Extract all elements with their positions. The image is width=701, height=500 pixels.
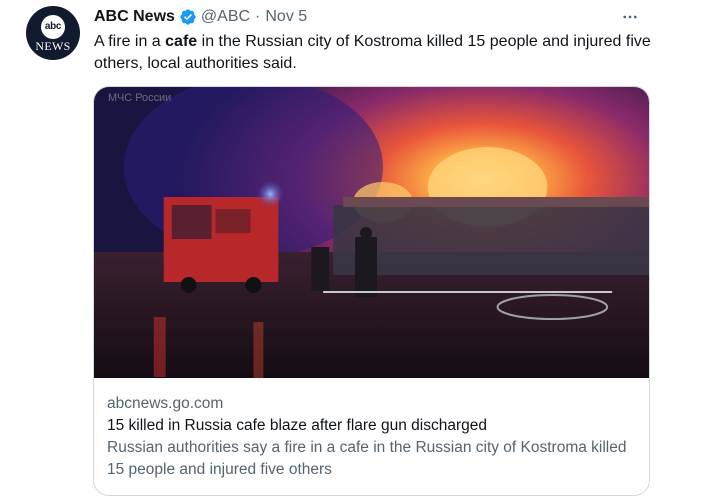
avatar-news-word: NEWS bbox=[35, 38, 71, 53]
tweet-text-bold-word: cafe bbox=[165, 33, 198, 50]
image-watermark: МЧС России bbox=[108, 92, 171, 104]
card-description: Russian authorities say a fire in a cafe… bbox=[107, 439, 627, 478]
tweet-header: ABC News @ABC · Nov 5 bbox=[94, 6, 307, 28]
display-name[interactable]: ABC News bbox=[94, 8, 175, 26]
separator-dot: · bbox=[255, 8, 261, 25]
verified-badge-icon bbox=[180, 9, 196, 25]
avatar[interactable]: abc NEWS bbox=[26, 6, 80, 60]
tweet-text: A fire in a cafe in the Russian city of … bbox=[94, 31, 654, 75]
card-image[interactable]: МЧС России bbox=[94, 87, 649, 378]
abc-logo-icon: abc bbox=[41, 14, 65, 39]
handle[interactable]: @ABC bbox=[201, 8, 250, 26]
more-options-icon[interactable] bbox=[619, 6, 641, 28]
card-title[interactable]: 15 killed in Russia cafe blaze after fla… bbox=[107, 415, 636, 437]
tweet-date[interactable]: Nov 5 bbox=[265, 8, 307, 26]
tweet-text-start: A fire in a bbox=[94, 33, 166, 50]
card-domain: abcnews.go.com bbox=[107, 395, 224, 412]
link-card[interactable]: МЧС России abcnews.go.com 15 killed in R… bbox=[93, 86, 650, 496]
card-body: abcnews.go.com 15 killed in Russia cafe … bbox=[94, 378, 649, 481]
